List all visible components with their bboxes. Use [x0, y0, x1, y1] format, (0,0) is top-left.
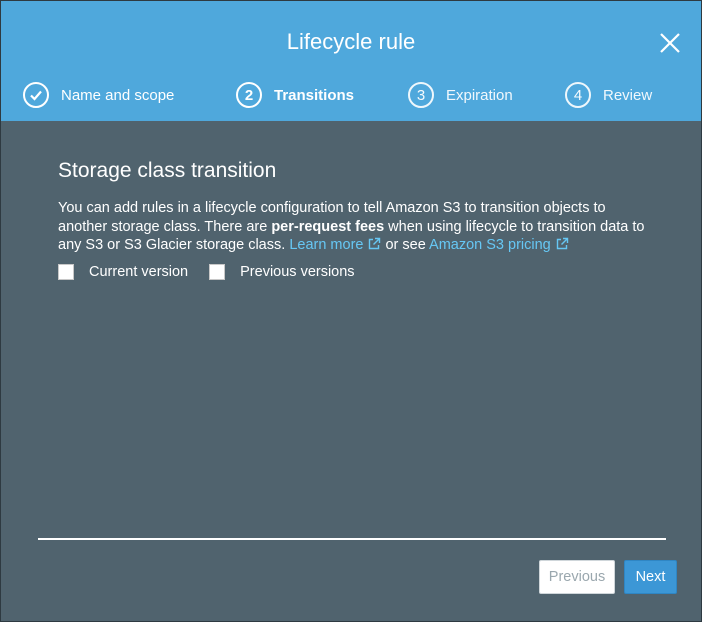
close-icon [660, 33, 680, 53]
previous-button[interactable]: Previous [539, 560, 615, 594]
step-name-and-scope[interactable]: Name and scope [23, 82, 174, 108]
current-version-checkbox[interactable] [58, 264, 74, 280]
learn-more-link[interactable]: Learn more [289, 237, 381, 253]
step-label: Review [603, 86, 653, 104]
step-label: Expiration [446, 86, 513, 104]
previous-versions-checkbox[interactable] [209, 264, 226, 280]
close-button[interactable] [657, 30, 683, 56]
step-label: Transitions [274, 86, 355, 104]
lifecycle-rule-dialog: Lifecycle rule Name and scope 2 Transiti… [0, 0, 702, 622]
step-expiration[interactable]: 3 Expiration [408, 82, 513, 108]
current-version-option[interactable]: Current version [58, 264, 188, 280]
footer-divider [38, 538, 666, 540]
amazon-s3-pricing-link[interactable]: Amazon S3 pricing [429, 237, 569, 253]
previous-versions-label: Previous versions [240, 264, 355, 280]
step-number: 3 [408, 82, 434, 108]
previous-versions-option[interactable]: Previous versions [209, 264, 355, 280]
section-description: You can add rules in a lifecycle configu… [58, 199, 658, 255]
external-link-icon [556, 237, 568, 250]
step-number: 2 [236, 82, 262, 108]
next-button[interactable]: Next [624, 560, 677, 594]
dialog-header: Lifecycle rule Name and scope 2 Transiti… [1, 1, 701, 121]
dialog-title: Lifecycle rule [286, 29, 416, 54]
description-text: or see [381, 237, 430, 253]
step-review[interactable]: 4 Review [565, 82, 652, 108]
step-label: Name and scope [61, 86, 175, 104]
learn-more-label: Learn more [289, 237, 364, 253]
pricing-link-label: Amazon S3 pricing [429, 237, 551, 253]
external-link-icon [369, 237, 381, 250]
transition-section: Storage class transition You can add rul… [58, 159, 658, 255]
step-transitions[interactable]: 2 Transitions [236, 82, 354, 108]
section-title: Storage class transition [58, 159, 277, 182]
description-bold: per-request fees [271, 218, 385, 235]
version-options: Current version Previous versions [58, 264, 355, 280]
step-number: 4 [565, 82, 591, 108]
check-circle-icon [23, 82, 49, 108]
current-version-label: Current version [89, 264, 189, 280]
